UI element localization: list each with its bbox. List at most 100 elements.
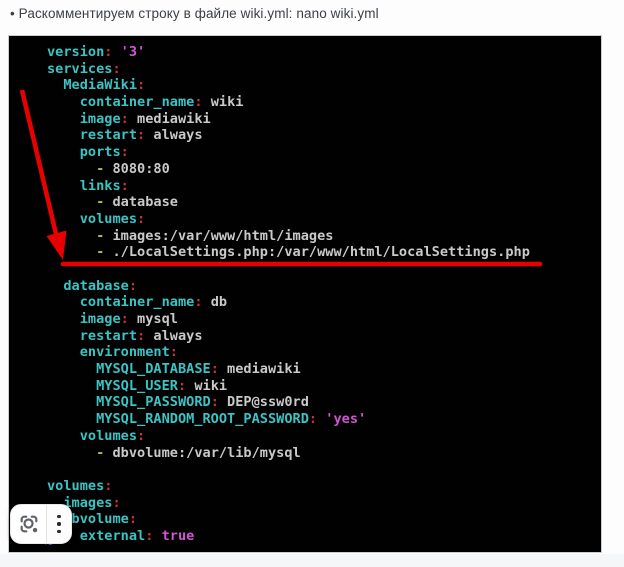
yaml-dash: -: [96, 161, 112, 177]
yaml-line: ports:: [47, 144, 601, 161]
yaml-value: db: [203, 294, 228, 310]
yaml-value: '3': [112, 44, 145, 60]
yaml-colon: :: [194, 294, 202, 310]
yaml-line-highlighted: - ./LocalSettings.php:/var/www/html/Loca…: [47, 244, 601, 261]
yaml-line: MYSQL_PASSWORD: DEP@ssw0rd: [47, 394, 601, 411]
yaml-line: - 8080:80: [47, 161, 601, 178]
yaml-key: volumes: [80, 211, 137, 227]
yaml-dash: -: [96, 445, 112, 461]
yaml-colon: :: [178, 378, 186, 394]
yaml-key: MYSQL_DATABASE: [96, 361, 211, 377]
yaml-code-block: version: '3'services: MediaWiki: contain…: [9, 36, 601, 545]
yaml-colon: :: [309, 411, 317, 427]
yaml-value: ./LocalSettings.php:/var/www/html/LocalS…: [112, 244, 529, 260]
yaml-value: database: [112, 194, 177, 210]
more-options-icon: [57, 515, 60, 518]
yaml-key: MYSQL_RANDOM_ROOT_PASSWORD: [96, 411, 309, 427]
yaml-colon: :: [194, 94, 202, 110]
yaml-line: - database: [47, 194, 601, 211]
yaml-key: external: [80, 528, 145, 544]
yaml-colon: :: [112, 495, 120, 511]
yaml-line: external: true: [47, 528, 601, 545]
yaml-key: volumes: [80, 428, 137, 444]
yaml-value: always: [145, 328, 202, 344]
yaml-line: MYSQL_USER: wiki: [47, 378, 601, 395]
yaml-line: MYSQL_RANDOM_ROOT_PASSWORD: 'yes': [47, 411, 601, 428]
yaml-line: - images:/var/www/html/images: [47, 228, 601, 245]
yaml-value: wiki: [186, 378, 227, 394]
yaml-value: mediawiki: [129, 111, 211, 127]
yaml-colon: :: [211, 361, 219, 377]
more-options-button[interactable]: [47, 505, 71, 543]
yaml-colon: :: [137, 328, 145, 344]
yaml-line: services:: [47, 61, 601, 78]
yaml-colon: :: [137, 211, 145, 227]
yaml-line: - dbvolume:/var/lib/mysql: [47, 445, 601, 462]
yaml-dash: -: [96, 244, 112, 260]
yaml-line: container_name: db: [47, 294, 601, 311]
yaml-line: MYSQL_DATABASE: mediawiki: [47, 361, 601, 378]
yaml-key: container_name: [80, 294, 195, 310]
yaml-colon: :: [137, 428, 145, 444]
yaml-line: MediaWiki:: [47, 77, 601, 94]
yaml-line: restart: always: [47, 127, 601, 144]
yaml-key: MYSQL_USER: [96, 378, 178, 394]
yaml-line: restart: always: [47, 328, 601, 345]
yaml-value: wiki: [203, 94, 244, 110]
yaml-dash: -: [96, 228, 112, 244]
lens-search-icon: [18, 513, 40, 535]
yaml-colon: :: [121, 144, 129, 160]
yaml-dash: -: [96, 194, 112, 210]
yaml-key: image: [80, 111, 121, 127]
yaml-key: ports: [80, 144, 121, 160]
yaml-line: database:: [47, 278, 601, 295]
yaml-colon: :: [121, 311, 129, 327]
yaml-blank-line: [47, 261, 601, 278]
yaml-value: 8080:80: [112, 161, 169, 177]
yaml-value: mysql: [129, 311, 178, 327]
yaml-value: images:/var/www/html/images: [112, 228, 333, 244]
yaml-colon: :: [112, 61, 120, 77]
yaml-key: links: [80, 178, 121, 194]
yaml-colon: :: [129, 278, 137, 294]
yaml-line: image: mysql: [47, 311, 601, 328]
yaml-line: container_name: wiki: [47, 94, 601, 111]
yaml-value: mediawiki: [219, 361, 301, 377]
yaml-colon: :: [129, 511, 137, 527]
yaml-blank-line: [47, 461, 601, 478]
yaml-key: database: [63, 278, 128, 294]
yaml-key: version: [47, 44, 104, 60]
yaml-key: volumes: [47, 478, 104, 494]
yaml-key: environment: [80, 344, 170, 360]
yaml-colon: :: [137, 77, 145, 93]
yaml-colon: :: [137, 127, 145, 143]
yaml-key: restart: [80, 328, 137, 344]
yaml-colon: :: [121, 178, 129, 194]
yaml-line: volumes:: [47, 211, 601, 228]
yaml-line: dbvolume:: [47, 511, 601, 528]
yaml-colon: :: [170, 344, 178, 360]
terminal-screenshot: version: '3'services: MediaWiki: contain…: [8, 35, 602, 553]
yaml-key: services: [47, 61, 112, 77]
yaml-key: MYSQL_PASSWORD: [96, 394, 211, 410]
lens-search-button[interactable]: [11, 505, 46, 543]
yaml-value: always: [145, 127, 202, 143]
yaml-line: images:: [47, 495, 601, 512]
yaml-key: restart: [80, 127, 137, 143]
yaml-key: container_name: [80, 94, 195, 110]
yaml-colon: :: [104, 478, 112, 494]
yaml-line: version: '3': [47, 44, 601, 61]
yaml-line: volumes:: [47, 478, 601, 495]
instruction-text: • Раскомментируем строку в файле wiki.ym…: [10, 6, 610, 21]
yaml-line: image: mediawiki: [47, 111, 601, 128]
yaml-value: DEP@ssw0rd: [219, 394, 309, 410]
yaml-value: true: [153, 528, 194, 544]
yaml-value: dbvolume:/var/lib/mysql: [112, 445, 300, 461]
yaml-colon: :: [211, 394, 219, 410]
yaml-key: image: [80, 311, 121, 327]
yaml-key: MediaWiki: [63, 77, 137, 93]
yaml-key: dbvolume: [63, 511, 128, 527]
yaml-value: 'yes': [317, 411, 366, 427]
yaml-line: environment:: [47, 344, 601, 361]
page-bottom-strip: [0, 554, 624, 567]
